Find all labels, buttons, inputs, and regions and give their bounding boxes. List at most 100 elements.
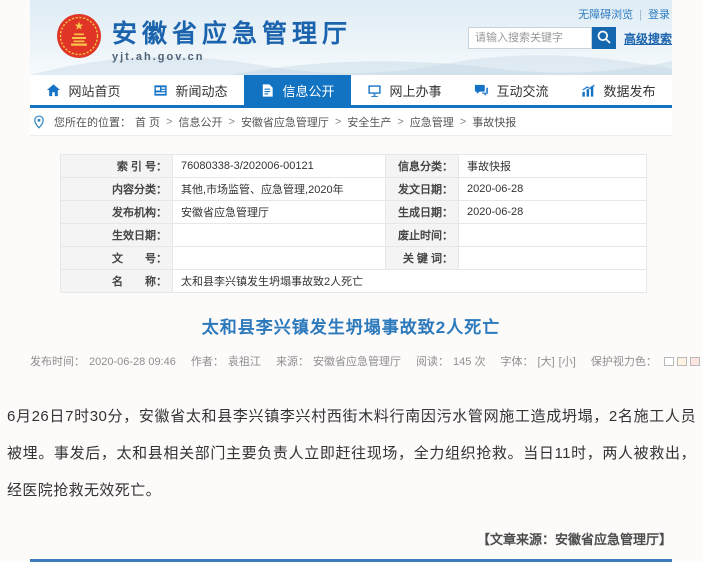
breadcrumb-item-department[interactable]: 安徽省应急管理厅 [241,114,329,130]
vision-color-swatch[interactable] [677,357,687,366]
info-category-label: 信息分类： [386,155,459,178]
location-pin-icon [32,115,46,129]
article-body: 6月26日7时30分，安徽省太和县李兴镇李兴村西街木料行南因污水管网施工造成坍塌… [0,398,702,509]
home-icon [46,83,61,98]
search-icon [596,29,612,48]
generate-date-value: 2020-06-28 [459,201,647,224]
nav-item-label: 互动交流 [496,81,548,100]
search-button[interactable] [592,27,616,49]
accessibility-link[interactable]: 无障碍浏览 [578,9,633,21]
vision-color-swatch[interactable] [664,357,674,366]
index-number-value: 76080338-3/202006-00121 [173,155,386,178]
topbar-links: 无障碍浏览 | 登录 [578,6,670,22]
table-row: 发布机构： 安徽省应急管理厅 生成日期： 2020-06-28 [61,201,647,224]
breadcrumb-separator: > [335,116,341,128]
login-link[interactable]: 登录 [648,9,670,21]
content-category-value: 其他,市场监管、应急管理,2020年 [173,178,386,201]
nav-item-online-services[interactable]: 网上办事 [351,75,458,105]
title-label: 名 称： [61,270,173,293]
article-source-line: 【文章来源：安徽省应急管理厅】 [30,529,672,548]
keywords-label: 关 键 词： [386,247,459,270]
nav-item-home[interactable]: 网站首页 [30,75,137,105]
effective-date-label: 生效日期： [61,224,173,247]
abolish-date-value [459,224,647,247]
issue-date-value: 2020-06-28 [459,178,647,201]
nav-item-label: 信息公开 [282,81,334,100]
page-footer: 【文章来源：安徽省应急管理厅】 [30,529,672,562]
reads-label: 阅读： [416,356,449,368]
page-container: 无障碍浏览 | 登录 安徽省应急管理厅 yjt.ah.gov.cn [30,0,672,369]
breadcrumb-prefix: 您所在的位置： [54,114,131,130]
keywords-value [459,247,647,270]
nav-item-label: 新闻动态 [175,81,227,100]
breadcrumb-item-safety[interactable]: 安全生产 [347,114,391,130]
breadcrumb-separator: > [397,116,403,128]
nav-item-data-release[interactable]: 数据发布 [565,75,672,105]
chart-icon [581,83,596,98]
breadcrumb: 您所在的位置： 首 页 > 信息公开 > 安徽省应急管理厅 > 安全生产 > 应… [30,108,672,136]
font-size-label: 字体： [501,356,534,368]
table-row: 内容分类： 其他,市场监管、应急管理,2020年 发文日期： 2020-06-2… [61,178,647,201]
table-row: 索 引 号： 76080338-3/202006-00121 信息分类： 事故快… [61,155,647,178]
breadcrumb-separator: > [460,116,466,128]
vision-color-label: 保护视力色： [591,356,657,368]
site-url: yjt.ah.gov.cn [112,51,352,63]
chat-icon [474,83,489,98]
issue-date-label: 发文日期： [386,178,459,201]
article-title: 太和县李兴镇发生坍塌事故致2人死亡 [30,313,672,338]
article-meta: 发布时间： 2020-06-28 09:46 作者： 袁祖江 来源： 安徽省应急管理厅… [30,353,672,369]
title-value: 太和县李兴镇发生坍塌事故致2人死亡 [173,270,647,293]
site-logo-link[interactable]: 安徽省应急管理厅 yjt.ah.gov.cn [56,13,352,64]
index-number-label: 索 引 号： [61,155,173,178]
site-header: 无障碍浏览 | 登录 安徽省应急管理厅 yjt.ah.gov.cn [30,0,672,75]
font-small-button[interactable]: [小] [559,356,576,368]
vision-color-swatches [661,356,702,368]
monitor-icon [367,83,382,98]
brand-text: 安徽省应急管理厅 yjt.ah.gov.cn [112,14,352,63]
publisher-value: 安徽省应急管理厅 [173,201,386,224]
doc-number-value [173,247,386,270]
author-label: 作者： [191,356,224,368]
source-name: 安徽省应急管理厅 [313,356,401,368]
nav-item-label: 网上办事 [389,81,441,100]
table-row: 生效日期： 废止时间： [61,224,647,247]
search-input[interactable] [468,27,592,49]
news-icon [153,83,168,98]
abolish-date-label: 废止时间： [386,224,459,247]
nav-item-label: 数据发布 [603,81,655,100]
advanced-search-link[interactable]: 高级搜索 [624,30,672,47]
nav-item-label: 网站首页 [68,81,120,100]
font-large-button[interactable]: [大] [538,356,555,368]
document-icon [260,83,275,98]
content-category-label: 内容分类： [61,178,173,201]
main-nav: 网站首页 新闻动态 信息公开 网上办事 互动交流 数据发布 [30,75,672,108]
breadcrumb-item-home[interactable]: 首 页 [135,114,160,130]
nav-item-news[interactable]: 新闻动态 [137,75,244,105]
document-info-table: 索 引 号： 76080338-3/202006-00121 信息分类： 事故快… [60,154,647,293]
breadcrumb-item-emergency[interactable]: 应急管理 [410,114,454,130]
publish-time-label: 发布时间： [30,356,85,368]
breadcrumb-separator: > [166,116,172,128]
breadcrumb-item-accident-report[interactable]: 事故快报 [472,114,516,130]
author: 袁祖江 [228,356,261,368]
info-category-value: 事故快报 [459,155,647,178]
breadcrumb-separator: > [229,116,235,128]
publisher-label: 发布机构： [61,201,173,224]
nav-item-interaction[interactable]: 互动交流 [458,75,565,105]
breadcrumb-item-info[interactable]: 信息公开 [179,114,223,130]
national-emblem-icon [56,13,102,64]
article-paragraph: 6月26日7时30分，安徽省太和县李兴镇李兴村西街木料行南因污水管网施工造成坍塌… [7,398,696,509]
nav-item-info-disclosure[interactable]: 信息公开 [244,75,351,105]
topbar-separator: | [639,9,642,21]
vision-color-swatch[interactable] [690,357,700,366]
source-label: 来源： [276,356,309,368]
table-row: 名 称： 太和县李兴镇发生坍塌事故致2人死亡 [61,270,647,293]
site-name: 安徽省应急管理厅 [112,14,352,50]
doc-number-label: 文 号： [61,247,173,270]
effective-date-value [173,224,386,247]
search-area: 高级搜索 [468,27,672,49]
generate-date-label: 生成日期： [386,201,459,224]
reads-count: 145 次 [453,356,485,368]
table-row: 文 号： 关 键 词： [61,247,647,270]
publish-time: 2020-06-28 09:46 [89,356,176,368]
